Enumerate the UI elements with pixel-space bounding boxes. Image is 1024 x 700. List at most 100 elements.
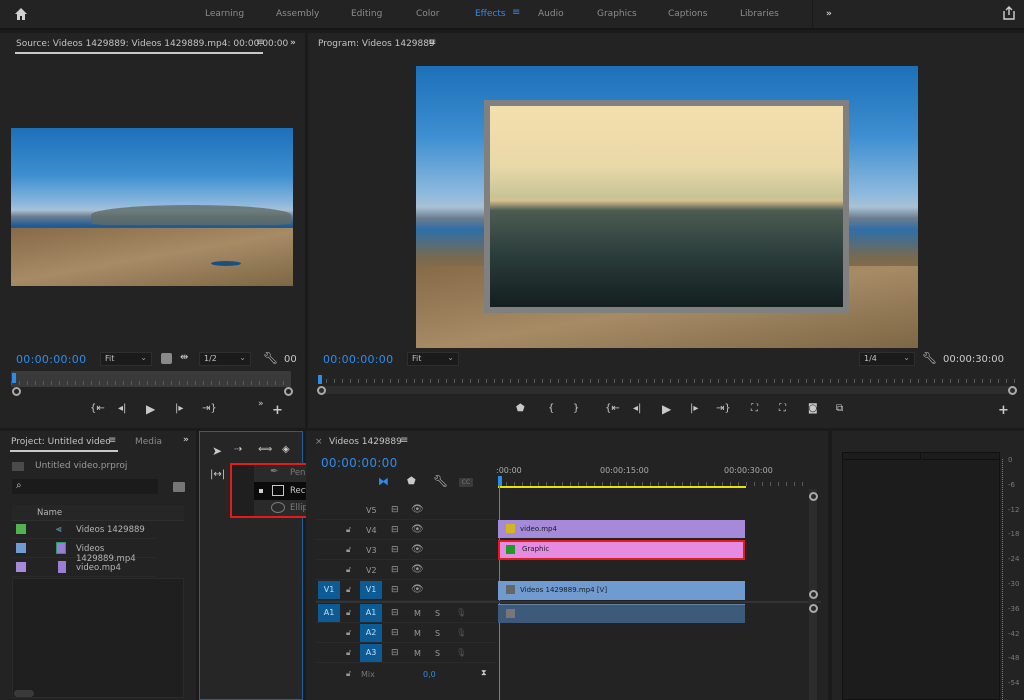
go-to-in-icon[interactable]: {⇤ xyxy=(605,403,620,414)
selection-tool-icon[interactable]: ➤ xyxy=(212,444,222,458)
program-panel-menu-icon[interactable]: ≡ xyxy=(428,37,436,48)
zoom-handle-left[interactable] xyxy=(317,386,326,395)
timeline-timecode[interactable]: 00:00:00:00 xyxy=(321,456,398,470)
eye-icon[interactable]: 👁︎ xyxy=(411,584,424,595)
wrench-icon[interactable]: 🔧︎ xyxy=(263,351,278,365)
lock-icon[interactable]: 🔓︎ xyxy=(346,628,351,638)
workspace-editing[interactable]: Editing xyxy=(351,9,382,19)
workspace-menu-icon[interactable]: ≡ xyxy=(512,7,520,18)
program-resolution-dropdown[interactable]: 1/4 ⌄ xyxy=(859,352,915,366)
scroll-handle-video[interactable] xyxy=(809,590,818,599)
microphone-icon[interactable]: 🎙︎ xyxy=(456,648,466,657)
program-panel-title[interactable]: Program: Videos 1429889 xyxy=(318,39,435,49)
solo-button[interactable]: S xyxy=(435,649,440,658)
toggle-sync-lock-icon[interactable]: ⊟ xyxy=(391,628,399,638)
toggle-sync-lock-icon[interactable]: ⊟ xyxy=(391,648,399,658)
extract-icon[interactable]: ⛶ xyxy=(779,403,786,414)
project-item[interactable]: video.mp4 xyxy=(12,559,156,577)
project-item[interactable]: ⫷ Videos 1429889 xyxy=(12,521,156,539)
settings-icon[interactable] xyxy=(161,353,172,364)
timeline-clip-audio[interactable] xyxy=(498,604,745,623)
lock-icon[interactable]: 🔓︎ xyxy=(346,525,351,535)
source-zoom-dropdown[interactable]: Fit ⌄ xyxy=(100,352,152,366)
timeline-ruler[interactable] xyxy=(498,476,808,486)
lock-icon[interactable]: 🔓︎ xyxy=(346,565,351,575)
timeline-clip-video-mp4[interactable]: video.mp4 xyxy=(498,520,745,538)
media-browser-tab[interactable]: Media xyxy=(135,437,162,447)
step-back-icon[interactable]: ◂| xyxy=(633,403,641,414)
label-color-swatch[interactable] xyxy=(16,524,26,534)
lock-icon[interactable]: 🔓︎ xyxy=(346,585,351,595)
track-select-tool-icon[interactable]: ⇢ xyxy=(234,444,242,455)
scroll-handle-top[interactable] xyxy=(809,492,818,501)
playhead[interactable] xyxy=(318,375,322,384)
go-to-out-icon[interactable]: ⇥} xyxy=(202,403,217,414)
go-to-in-icon[interactable]: {⇤ xyxy=(90,403,105,414)
insert-overwrite-icon[interactable]: ⇹ xyxy=(180,352,188,363)
playhead[interactable] xyxy=(12,373,16,383)
add-marker-icon[interactable]: ⬟ xyxy=(407,476,416,487)
lock-icon[interactable]: 🔓︎ xyxy=(346,669,351,679)
track-target-a2[interactable]: A2 xyxy=(360,624,382,642)
new-search-bin-icon[interactable] xyxy=(173,482,185,492)
microphone-icon[interactable]: 🎙︎ xyxy=(456,628,466,637)
export-frame-camera-icon[interactable]: ◙ xyxy=(808,403,818,414)
scroll-handle-audio[interactable] xyxy=(809,604,818,613)
toggle-sync-lock-icon[interactable]: ⊟ xyxy=(391,585,399,595)
step-forward-icon[interactable]: |▸ xyxy=(175,403,183,414)
home-icon[interactable] xyxy=(14,7,28,21)
source-panel-menu-icon[interactable]: ≡ xyxy=(256,37,264,48)
program-zoom-dropdown[interactable]: Fit ⌄ xyxy=(407,352,459,366)
zoom-handle-right[interactable] xyxy=(284,387,293,396)
toggle-sync-lock-icon[interactable]: ⊟ xyxy=(391,525,399,535)
project-panel-title[interactable]: Project: Untitled video xyxy=(11,437,111,447)
toggle-sync-lock-icon[interactable]: ⊟ xyxy=(391,505,399,515)
column-name[interactable]: Name xyxy=(37,508,62,518)
add-button-icon[interactable]: + xyxy=(272,403,283,418)
share-icon[interactable] xyxy=(1002,6,1016,20)
mark-in-icon[interactable]: { xyxy=(548,403,554,414)
step-back-icon[interactable]: ◂| xyxy=(118,403,126,414)
go-to-end-icon[interactable]: ⧗ xyxy=(481,668,487,678)
timeline-clip-graphic[interactable]: Graphic xyxy=(498,540,745,560)
slip-tool-icon[interactable]: |↔| xyxy=(210,469,225,480)
source-scrub-bar[interactable] xyxy=(11,371,291,387)
solo-button[interactable]: S xyxy=(435,609,440,618)
step-forward-icon[interactable]: |▸ xyxy=(690,403,698,414)
eye-icon[interactable]: 👁︎ xyxy=(411,524,424,535)
track-target-a1[interactable]: A1 xyxy=(360,604,382,622)
timeline-title[interactable]: Videos 1429889 xyxy=(329,437,402,447)
add-marker-icon[interactable]: ⬟ xyxy=(516,403,525,414)
lock-icon[interactable]: 🔓︎ xyxy=(346,545,351,555)
mix-volume-value[interactable]: 0,0 xyxy=(423,670,436,679)
toggle-sync-lock-icon[interactable]: ⊟ xyxy=(391,608,399,618)
razor-tool-icon[interactable]: ◈ xyxy=(282,444,290,455)
workspace-color[interactable]: Color xyxy=(416,9,440,19)
workspace-libraries[interactable]: Libraries xyxy=(740,9,779,19)
zoom-handle-right[interactable] xyxy=(1008,386,1017,395)
project-overflow-button[interactable]: » xyxy=(183,435,189,445)
add-button-icon[interactable]: + xyxy=(998,403,1009,418)
source-resolution-dropdown[interactable]: 1/2 ⌄ xyxy=(199,352,251,366)
solo-button[interactable]: S xyxy=(435,629,440,638)
source-panel-title[interactable]: Source: Videos 1429889: Videos 1429889.m… xyxy=(16,39,288,49)
work-area-bar[interactable] xyxy=(498,486,746,488)
playhead[interactable] xyxy=(498,476,502,486)
source-timecode[interactable]: 00:00:00:00 xyxy=(16,353,86,366)
wrench-icon[interactable]: 🔧︎ xyxy=(922,351,937,365)
eye-icon[interactable]: 👁︎ xyxy=(411,564,424,575)
workspace-learning[interactable]: Learning xyxy=(205,9,244,19)
project-search-input[interactable]: ⌕ xyxy=(12,479,158,494)
track-target-v1[interactable]: V1 xyxy=(360,581,382,599)
source-patch-a1[interactable]: A1 xyxy=(318,604,340,622)
source-patch-v1[interactable]: V1 xyxy=(318,581,340,599)
play-icon[interactable]: ▶ xyxy=(662,402,671,416)
workspace-effects[interactable]: Effects xyxy=(475,9,506,19)
workspace-audio[interactable]: Audio xyxy=(538,9,564,19)
program-scrub-bar[interactable] xyxy=(318,373,1015,385)
lift-icon[interactable]: ⛶ xyxy=(751,403,758,414)
timeline-clip-videos-mp4[interactable]: Videos 1429889.mp4 [V] xyxy=(498,581,745,600)
play-icon[interactable]: ▶ xyxy=(146,402,155,416)
project-item[interactable]: Videos 1429889.mp4 xyxy=(12,540,156,564)
workspace-assembly[interactable]: Assembly xyxy=(276,9,319,19)
